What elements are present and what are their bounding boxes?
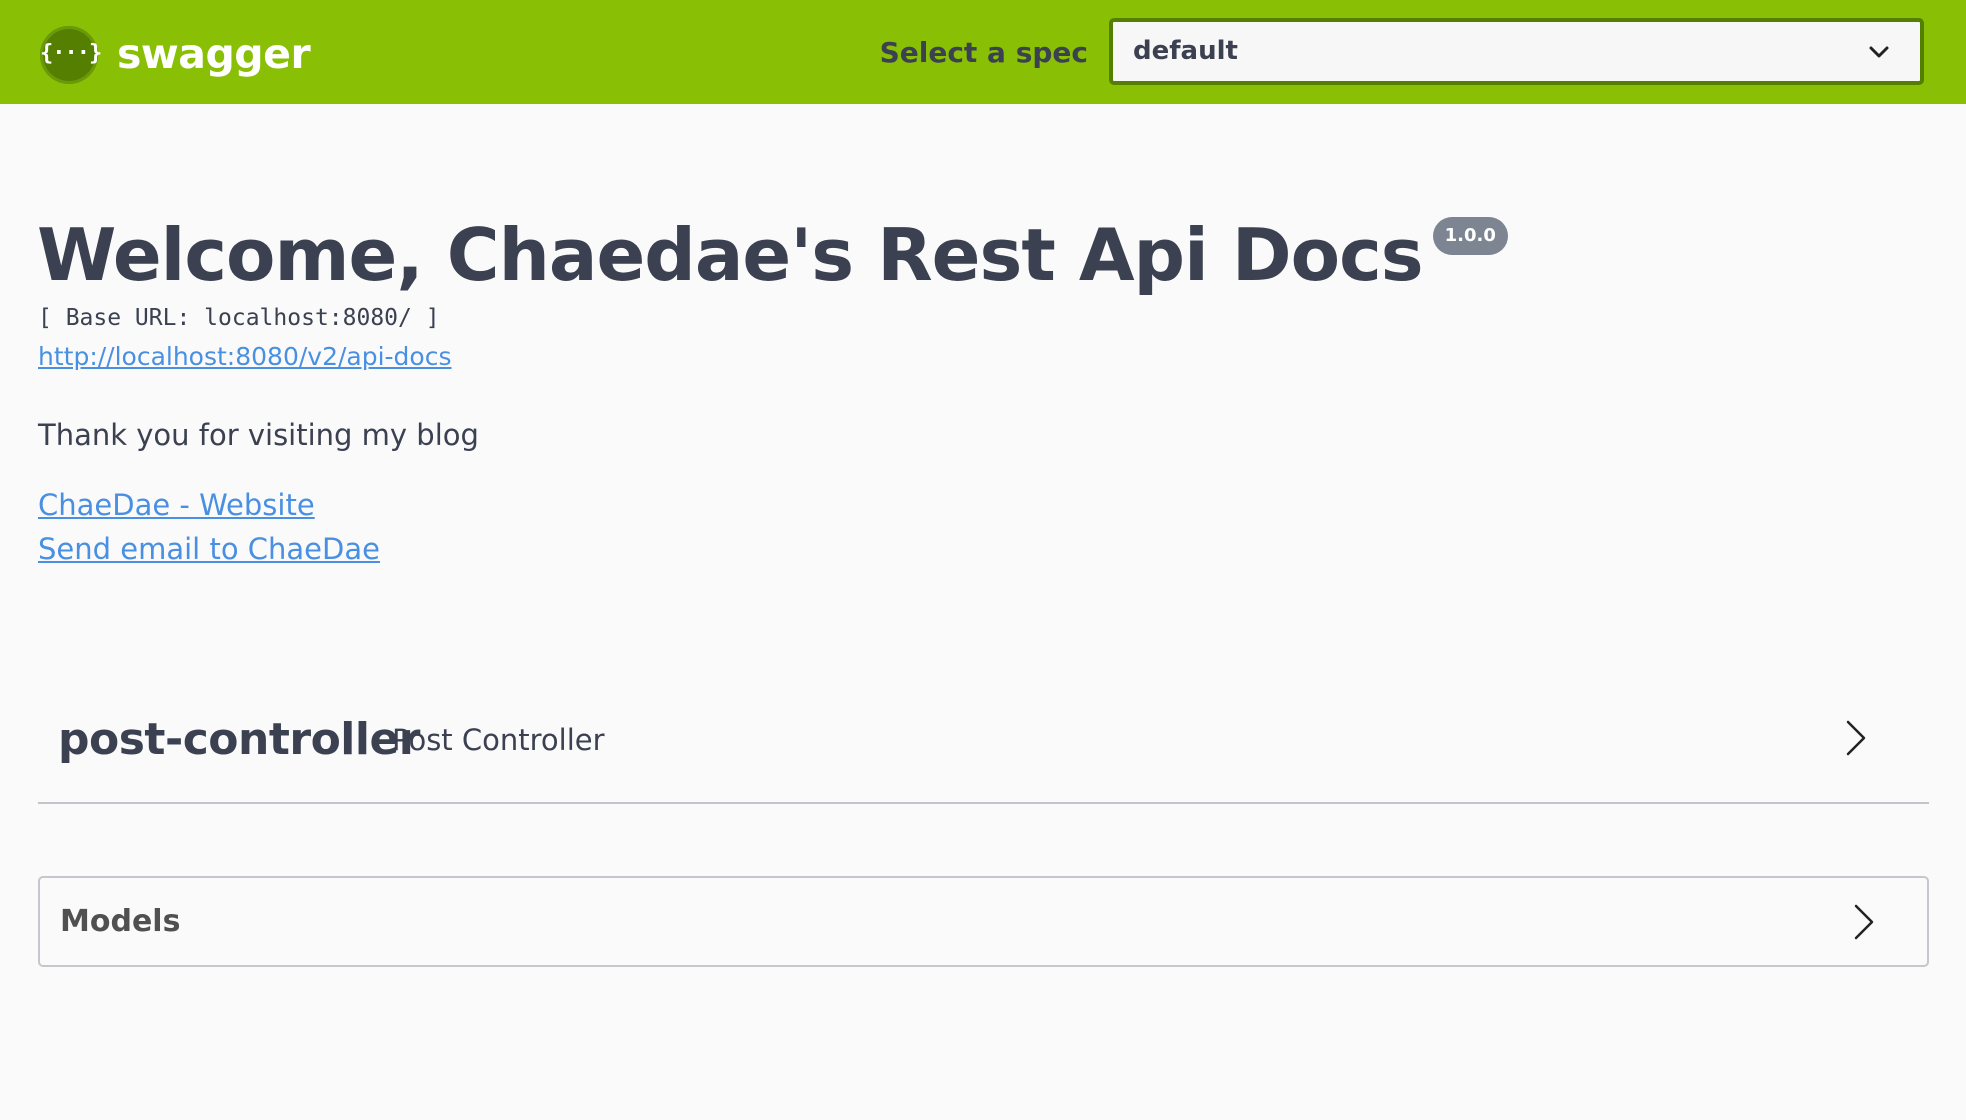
spec-select-value: default <box>1133 36 1238 66</box>
page-title: Welcome, Chaedae's Rest Api Docs <box>37 213 1424 297</box>
chevron-right-icon[interactable] <box>1851 902 1877 942</box>
models-section[interactable]: Models <box>38 876 1929 967</box>
spec-select-dropdown[interactable]: default <box>1109 18 1924 85</box>
topbar: {···} swagger Select a spec default <box>0 0 1966 104</box>
version-badge: 1.0.0 <box>1432 217 1508 255</box>
info-description: Thank you for visiting my blog <box>38 418 479 452</box>
email-link[interactable]: Send email to ChaeDae <box>38 529 380 569</box>
chevron-right-icon[interactable] <box>1843 718 1869 758</box>
logo-glyph: {···} <box>40 41 102 66</box>
api-docs-link[interactable]: http://localhost:8080/v2/api-docs <box>38 340 452 374</box>
chevron-down-icon <box>1869 46 1889 58</box>
swagger-logo-icon[interactable]: {···} <box>40 26 102 84</box>
tag-name: post-controller <box>58 714 421 765</box>
logo-text[interactable]: swagger <box>117 24 311 84</box>
models-title: Models <box>60 904 181 939</box>
spec-select-label: Select a spec <box>879 36 1088 69</box>
tag-description: Post Controller <box>392 723 605 757</box>
website-link[interactable]: ChaeDae - Website <box>38 485 315 525</box>
tag-section-post-controller[interactable]: post-controller Post Controller <box>38 688 1929 804</box>
base-url-text: [ Base URL: localhost:8080/ ] <box>38 305 440 331</box>
